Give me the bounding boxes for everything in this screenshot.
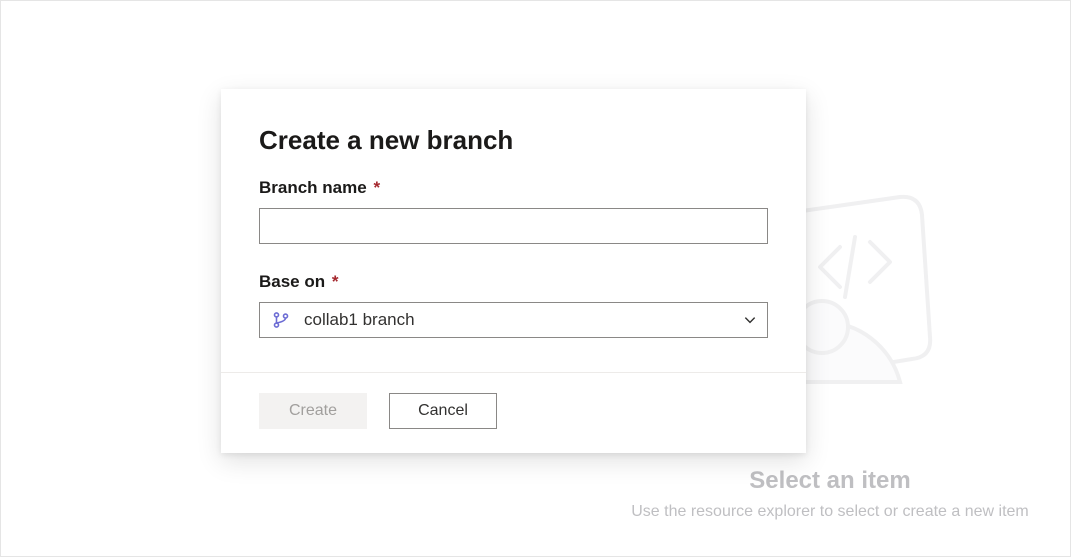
base-on-label: Base on * — [259, 272, 768, 292]
dialog-body: Create a new branch Branch name * Base o… — [221, 89, 806, 372]
base-on-select[interactable]: collab1 branch — [259, 302, 768, 338]
create-branch-dialog: Create a new branch Branch name * Base o… — [221, 89, 806, 453]
required-mark: * — [373, 178, 380, 197]
base-on-field: Base on * collab1 branch — [259, 272, 768, 338]
chevron-down-icon — [743, 313, 757, 327]
empty-state-heading: Select an item — [749, 467, 910, 495]
dialog-title: Create a new branch — [259, 125, 768, 156]
git-branch-icon — [272, 311, 290, 329]
branch-name-field: Branch name * — [259, 178, 768, 244]
branch-name-input[interactable] — [259, 208, 768, 244]
create-button[interactable]: Create — [259, 393, 367, 429]
empty-state-sub: Use the resource explorer to select or c… — [631, 503, 1029, 521]
cancel-button[interactable]: Cancel — [389, 393, 497, 429]
branch-name-label: Branch name * — [259, 178, 768, 198]
base-on-selected-value: collab1 branch — [304, 310, 743, 330]
branch-name-label-text: Branch name — [259, 178, 367, 197]
base-on-label-text: Base on — [259, 272, 325, 291]
required-mark: * — [332, 272, 339, 291]
dialog-footer: Create Cancel — [221, 372, 806, 453]
